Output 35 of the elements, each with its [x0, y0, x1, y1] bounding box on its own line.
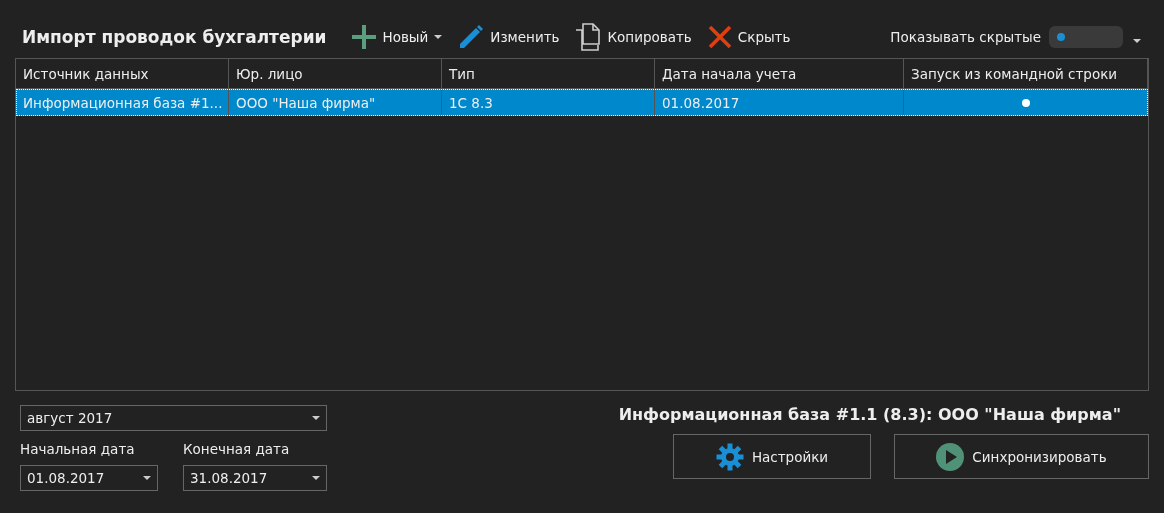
plus-icon — [352, 25, 377, 49]
table-cell: Информационная база #1... — [16, 89, 229, 116]
caret-icon — [143, 476, 151, 480]
add-button[interactable]: Новый — [344, 21, 451, 53]
caret-icon — [312, 416, 320, 420]
close-icon — [707, 25, 732, 49]
field-label: Начальная дата — [20, 441, 136, 457]
play-icon — [936, 442, 965, 471]
hide-button[interactable]: Скрыть — [699, 21, 799, 53]
edit-button[interactable]: Изменить — [450, 21, 568, 53]
settings-icon — [715, 442, 744, 471]
date-picker[interactable]: 31.08.2017 — [183, 465, 327, 491]
date-picker[interactable]: 01.08.2017 — [20, 465, 158, 491]
page-title: Импорт проводок бухгалтерии — [22, 27, 327, 47]
table-cell: 1С 8.3 — [442, 89, 655, 116]
sync-button[interactable]: Синхронизировать — [894, 434, 1149, 479]
selection-title: Информационная база #1.1 (8.3): ООО "Наша фирма" — [618, 405, 1121, 424]
column-header[interactable]: Тип — [442, 59, 655, 88]
period-dropdown[interactable]: август 2017 — [20, 405, 327, 431]
copy-icon — [575, 23, 602, 51]
table-cell: ООО "Наша фирма" — [229, 89, 442, 116]
copy-button[interactable]: Копировать — [567, 21, 700, 53]
column-header[interactable]: Дата начала учета — [655, 59, 904, 88]
settings-button[interactable]: Настройки — [673, 434, 871, 479]
column-header[interactable]: Источник данных — [16, 59, 229, 88]
field-label: Конечная дата — [183, 441, 291, 457]
toggle-label: Показывать скрытые — [890, 29, 1041, 45]
caret-icon — [312, 476, 320, 480]
column-header[interactable]: Запуск из командной строки — [904, 59, 1148, 88]
caret-icon — [1133, 38, 1141, 43]
pencil-icon — [458, 24, 485, 50]
column-header[interactable]: Юр. лицо — [229, 59, 442, 88]
table-cell: 01.08.2017 — [655, 89, 904, 116]
caret-icon — [434, 35, 443, 39]
toggle-switch[interactable] — [1049, 26, 1123, 48]
